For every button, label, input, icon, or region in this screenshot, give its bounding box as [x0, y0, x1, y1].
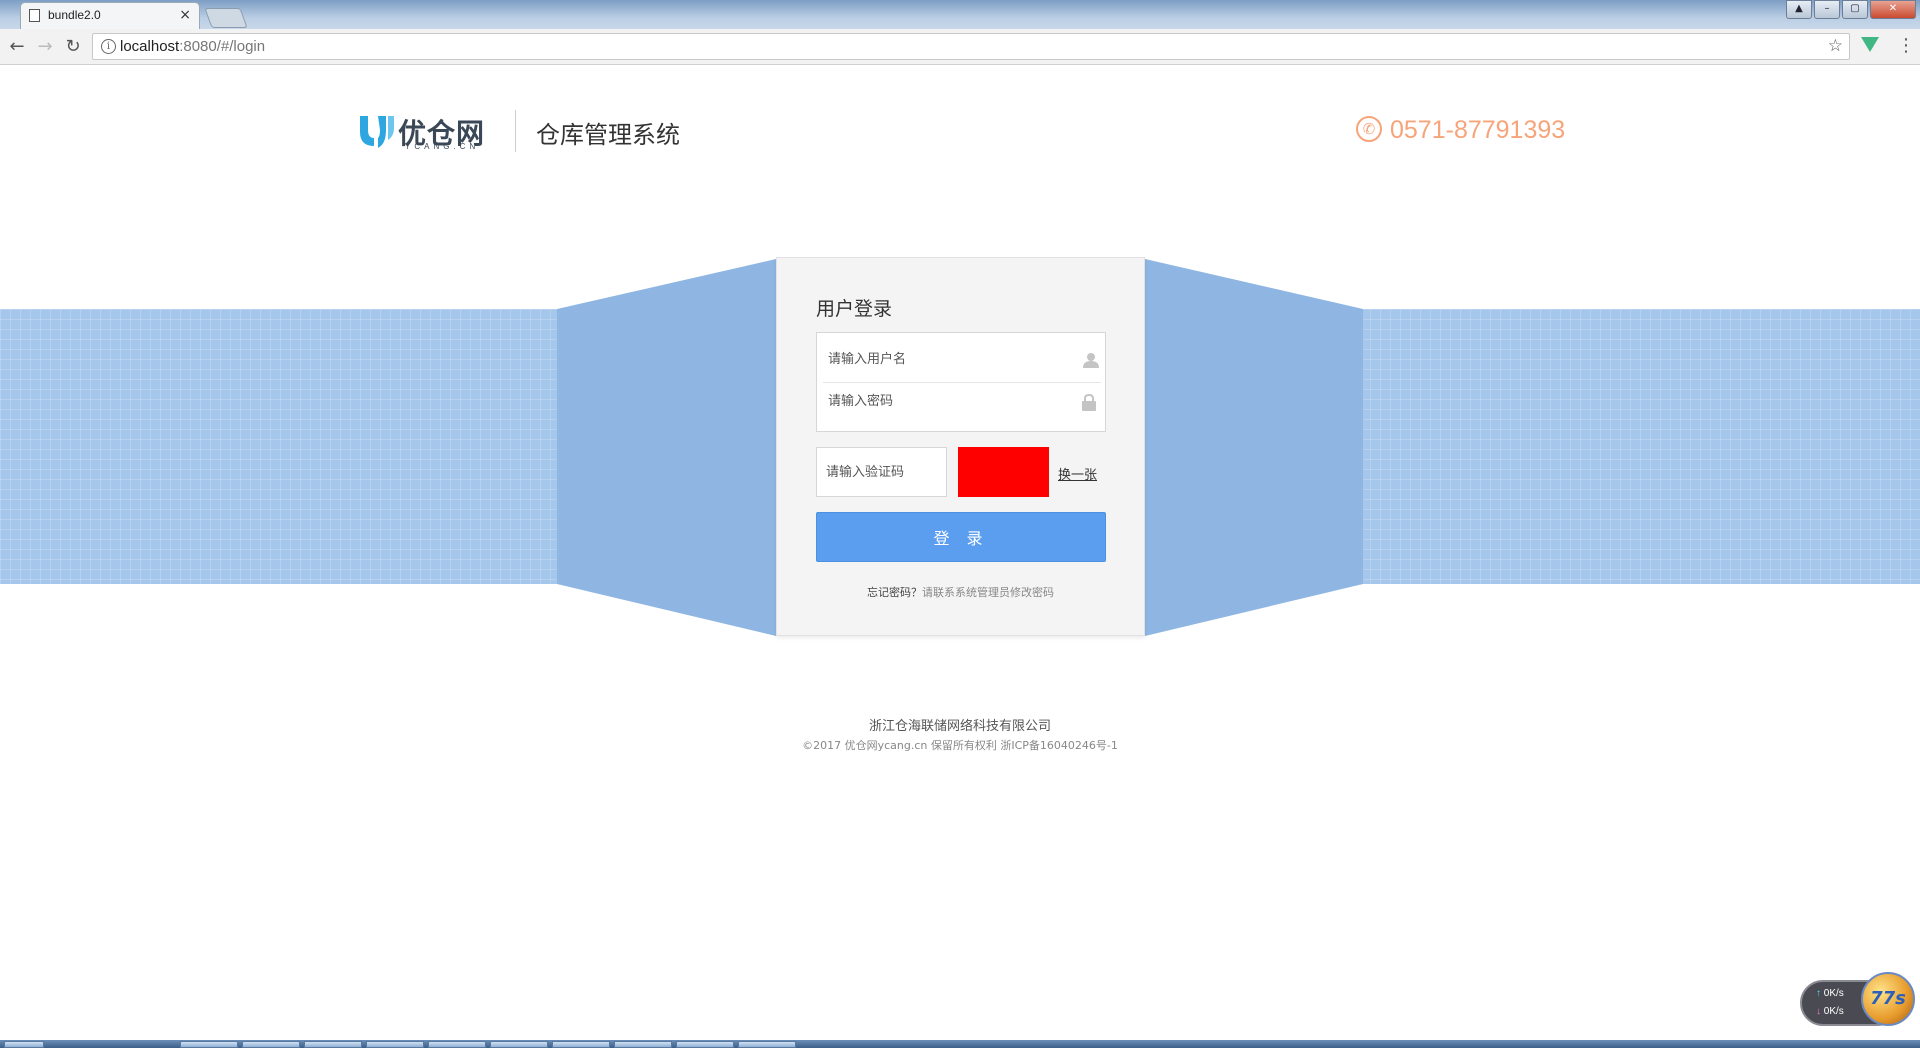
- login-button[interactable]: 登 录: [816, 512, 1106, 562]
- taskbar-item[interactable]: [614, 1041, 672, 1048]
- lock-icon: [1082, 394, 1096, 411]
- user-icon: [1083, 353, 1099, 368]
- taskbar-item[interactable]: [552, 1041, 610, 1048]
- banner-left-wing: [557, 259, 776, 636]
- password-input[interactable]: [826, 389, 1060, 413]
- username-row: [823, 333, 1101, 383]
- taskbar-item[interactable]: [180, 1041, 238, 1048]
- login-panel: 用户登录 换一张 登 录 忘记密码？请联系系统管理员修改密码: [776, 257, 1145, 636]
- captcha-input[interactable]: [816, 447, 947, 497]
- captcha-image[interactable]: [958, 447, 1049, 497]
- login-title: 用户登录: [816, 298, 893, 320]
- forgot-password-label: 忘记密码？: [867, 586, 922, 599]
- username-input[interactable]: [826, 347, 1060, 371]
- taskbar-item[interactable]: [676, 1041, 734, 1048]
- company-name: 浙江仓海联储网络科技有限公司: [868, 719, 1051, 734]
- taskbar-item[interactable]: [738, 1041, 796, 1048]
- refresh-captcha-link[interactable]: 换一张: [1058, 464, 1097, 483]
- forgot-password-hint: 忘记密码？请联系系统管理员修改密码: [777, 584, 1144, 600]
- speed-ball-badge[interactable]: 77s: [1861, 972, 1915, 1026]
- forgot-password-help: 请联系系统管理员修改密码: [922, 586, 1054, 599]
- download-speed: ↓ 0K/s: [1816, 1006, 1844, 1017]
- credentials-box: [816, 332, 1106, 432]
- taskbar-item[interactable]: [242, 1041, 300, 1048]
- copyright: ©2017 优仓网ycang.cn 保留所有权利 浙ICP备16040246号-…: [802, 739, 1118, 752]
- upload-speed-value: 0K/s: [1823, 988, 1844, 999]
- taskbar-item[interactable]: [490, 1041, 548, 1048]
- download-arrow-icon: ↓: [1816, 1006, 1821, 1017]
- taskbar-item[interactable]: [366, 1041, 424, 1048]
- upload-speed: ↑ 0K/s: [1816, 988, 1844, 999]
- banner-right-wing: [1145, 259, 1363, 636]
- taskbar-item[interactable]: [304, 1041, 362, 1048]
- taskbar-item[interactable]: [428, 1041, 486, 1048]
- download-speed-value: 0K/s: [1823, 1006, 1844, 1017]
- password-row: [817, 383, 1105, 432]
- start-button[interactable]: [4, 1041, 44, 1048]
- upload-arrow-icon: ↑: [1816, 988, 1821, 999]
